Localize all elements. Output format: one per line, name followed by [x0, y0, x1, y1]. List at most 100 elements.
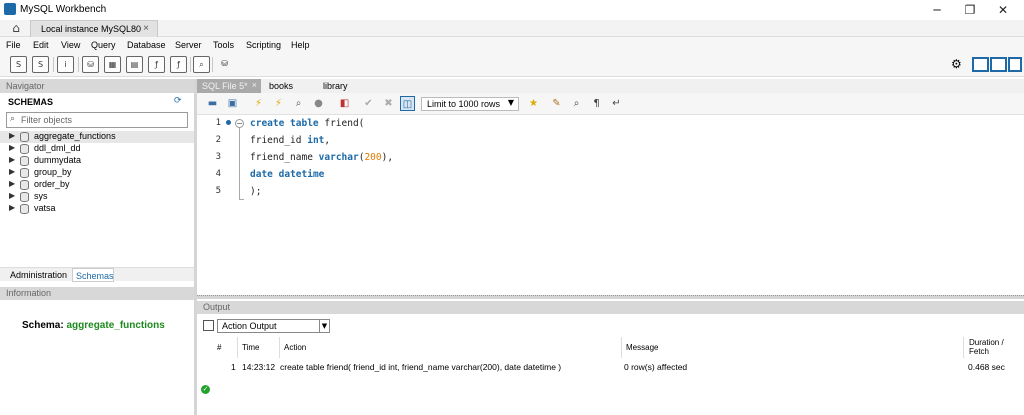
- column-header-action[interactable]: Action: [280, 337, 622, 358]
- maximize-button[interactable]: ❐: [956, 2, 984, 18]
- open-file-icon[interactable]: ▬: [205, 96, 220, 111]
- editor-toolbar: ▬ ▣ ⚡ ⚡ ⌕ ● ◧ ✔ ✖ ◫ Limit to 1000 rows ▼…: [197, 93, 1024, 115]
- add-snippet-icon[interactable]: ★: [526, 96, 541, 111]
- code-number: 200: [364, 152, 382, 163]
- toggle-sidebar-icon[interactable]: [972, 57, 989, 72]
- schema-item-aggregate-functions[interactable]: ▶ aggregate_functions: [0, 131, 194, 143]
- create-view-icon[interactable]: ▤: [126, 56, 143, 73]
- expand-arrow-icon[interactable]: ▶: [9, 155, 15, 164]
- column-header-time[interactable]: Time: [238, 337, 280, 358]
- menu-query[interactable]: Query: [91, 40, 116, 50]
- open-sql-script-icon[interactable]: S: [32, 56, 49, 73]
- code-identifier: friend_id: [250, 135, 302, 146]
- schema-name: ddl_dml_dd: [34, 143, 81, 153]
- autocommit-icon[interactable]: ◫: [400, 96, 415, 111]
- menu-database[interactable]: Database: [127, 40, 166, 50]
- database-icon: [20, 156, 29, 166]
- new-sql-tab-icon[interactable]: S: [10, 56, 27, 73]
- tab-library[interactable]: library: [323, 81, 348, 91]
- inspector-icon[interactable]: i: [57, 56, 74, 73]
- connection-tab-strip: ⌂ Local instance MySQL80 ×: [0, 20, 1024, 37]
- row-duration: 0.468 sec: [968, 362, 1005, 372]
- main-toolbar: S S i ⛁ ▦ ▤ ƒ ƒ ⌕ ⛁ ⚙: [0, 53, 1024, 77]
- menu-edit[interactable]: Edit: [33, 40, 49, 50]
- schema-name: sys: [34, 191, 48, 201]
- find-icon[interactable]: ⌕: [569, 96, 584, 111]
- schema-name: vatsa: [34, 203, 56, 213]
- execute-icon[interactable]: ⚡: [251, 96, 266, 111]
- expand-arrow-icon[interactable]: ▶: [9, 191, 15, 200]
- close-tab-icon[interactable]: ×: [252, 80, 257, 90]
- schema-item-dummydata[interactable]: ▶ dummydata: [0, 155, 194, 167]
- execute-statement-icon[interactable]: ⚡: [271, 96, 286, 111]
- create-table-icon[interactable]: ▦: [104, 56, 121, 73]
- column-header-number[interactable]: #: [213, 337, 238, 358]
- expand-arrow-icon[interactable]: ▶: [9, 143, 15, 152]
- invisible-chars-icon[interactable]: ¶: [589, 96, 604, 111]
- save-icon[interactable]: ▣: [225, 96, 240, 111]
- toggle-continue-on-error-icon[interactable]: ◧: [337, 96, 352, 111]
- statement-marker-icon: [226, 120, 231, 125]
- expand-arrow-icon[interactable]: ▶: [9, 131, 15, 140]
- commit-icon[interactable]: ✔: [361, 96, 376, 111]
- tab-books[interactable]: books: [269, 81, 293, 91]
- editor-output-splitter[interactable]: [197, 295, 1024, 299]
- line-number: 4: [215, 169, 221, 179]
- schema-item-group-by[interactable]: ▶ group_by: [0, 167, 194, 179]
- schema-item-vatsa[interactable]: ▶ vatsa: [0, 203, 194, 215]
- line-number: 5: [215, 186, 221, 196]
- output-type-select[interactable]: Action Output ▼: [217, 319, 330, 333]
- connection-tab[interactable]: Local instance MySQL80 ×: [30, 20, 158, 37]
- schema-item-sys[interactable]: ▶ sys: [0, 191, 194, 203]
- tab-sql-file[interactable]: SQL File 5* ×: [197, 79, 261, 93]
- row-number: 1: [231, 362, 236, 372]
- beautify-icon[interactable]: ✎: [549, 96, 564, 111]
- line-number: 2: [215, 135, 221, 145]
- menu-tools[interactable]: Tools: [213, 40, 234, 50]
- close-tab-icon[interactable]: ×: [143, 23, 149, 34]
- menu-server[interactable]: Server: [175, 40, 202, 50]
- expand-arrow-icon[interactable]: ▶: [9, 179, 15, 188]
- toggle-secondary-sidebar-icon[interactable]: [1008, 57, 1022, 72]
- column-header-duration[interactable]: Duration / Fetch: [965, 337, 1021, 358]
- menu-file[interactable]: File: [6, 40, 21, 50]
- minimize-button[interactable]: ─: [923, 2, 951, 18]
- toggle-output-icon[interactable]: [990, 57, 1007, 72]
- limit-rows-select[interactable]: Limit to 1000 rows ▼: [421, 97, 519, 111]
- settings-icon[interactable]: ⚙: [951, 57, 962, 71]
- database-icon: [20, 192, 29, 202]
- fold-guide: [239, 128, 240, 199]
- expand-arrow-icon[interactable]: ▶: [9, 167, 15, 176]
- search-table-data-icon[interactable]: ⌕: [193, 56, 210, 73]
- home-icon[interactable]: ⌂: [4, 21, 28, 36]
- explain-icon[interactable]: ⌕: [291, 96, 306, 111]
- create-schema-icon[interactable]: ⛁: [82, 56, 99, 73]
- column-header-message[interactable]: Message: [622, 337, 964, 358]
- filter-objects-input[interactable]: [21, 114, 181, 126]
- refresh-icon[interactable]: ⟳: [174, 96, 182, 106]
- schema-item-order-by[interactable]: ▶ order_by: [0, 179, 194, 191]
- code-keyword: varchar: [318, 152, 359, 163]
- tab-schemas[interactable]: Schemas: [72, 268, 114, 282]
- schema-item-ddl-dml-dd[interactable]: ▶ ddl_dml_dd: [0, 143, 194, 155]
- fold-icon[interactable]: −: [235, 119, 244, 128]
- sql-editor[interactable]: − 1 2 3 4 5 create table friend( friend_…: [197, 115, 1024, 295]
- create-function-icon[interactable]: ƒ: [170, 56, 187, 73]
- expand-arrow-icon[interactable]: ▶: [9, 203, 15, 212]
- create-procedure-icon[interactable]: ƒ: [148, 56, 165, 73]
- stop-icon[interactable]: ●: [311, 96, 326, 111]
- row-action: create table friend( friend_id int, frie…: [280, 362, 562, 372]
- wrap-lines-icon[interactable]: ↵: [609, 96, 624, 111]
- rollback-icon[interactable]: ✖: [381, 96, 396, 111]
- copy-output-icon[interactable]: [203, 320, 214, 331]
- close-button[interactable]: ✕: [989, 2, 1017, 18]
- code-text: );: [250, 186, 262, 197]
- tab-administration[interactable]: Administration: [10, 270, 67, 280]
- code-line: friend_name varchar(200),: [250, 152, 393, 163]
- schema-name: dummydata: [34, 155, 82, 165]
- reconnect-icon[interactable]: ⛁: [216, 56, 233, 73]
- menu-scripting[interactable]: Scripting: [246, 40, 281, 50]
- menu-help[interactable]: Help: [291, 40, 310, 50]
- menu-view[interactable]: View: [61, 40, 80, 50]
- table-row[interactable]: ✓ 1 14:23:12 create table friend( friend…: [197, 359, 1024, 394]
